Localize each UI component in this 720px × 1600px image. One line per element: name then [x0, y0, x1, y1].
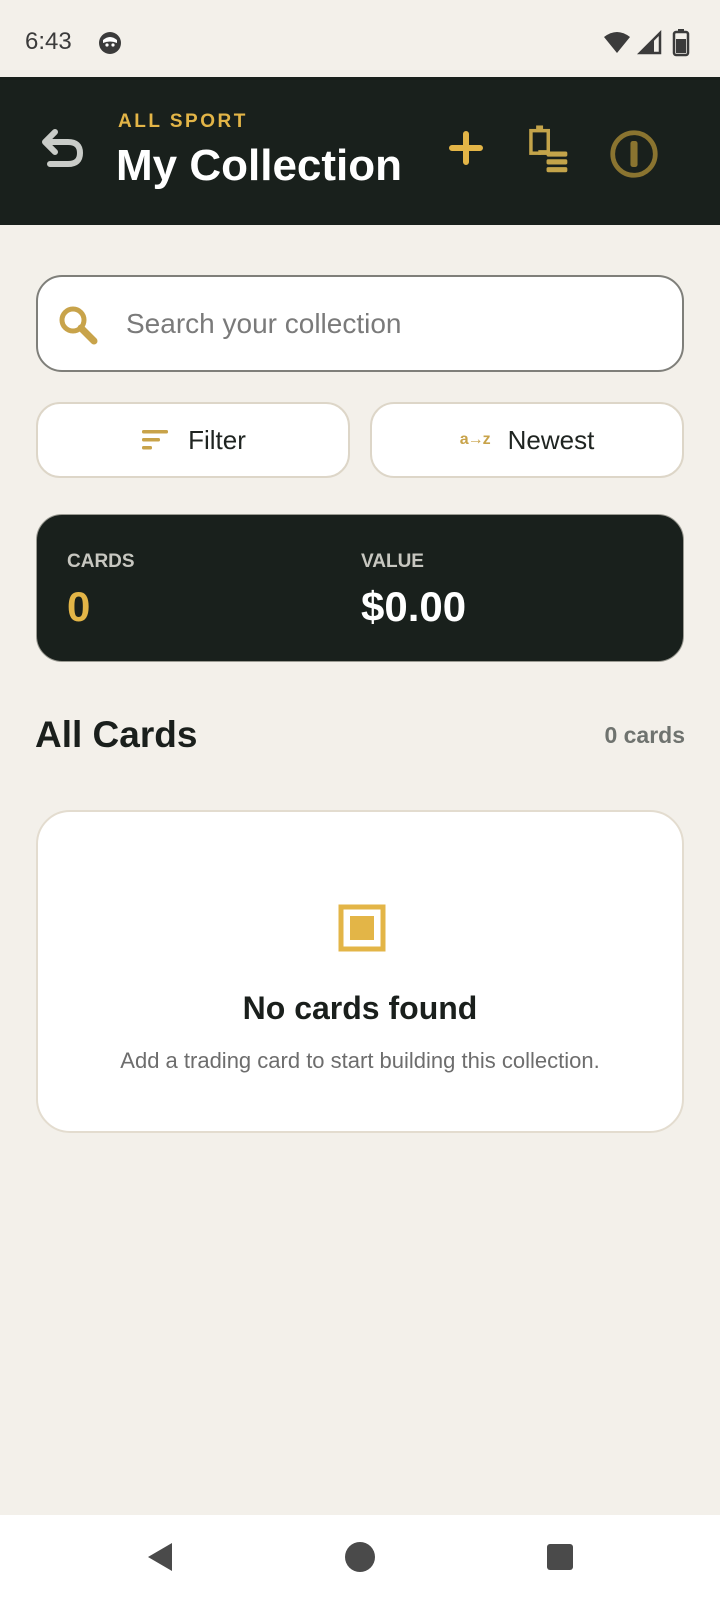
collection-value: $0.00 [361, 583, 467, 630]
nav-recents-icon[interactable] [538, 1535, 582, 1579]
section-card-count: 0 cards [604, 722, 685, 748]
search-input[interactable] [126, 277, 666, 370]
undo-icon[interactable] [38, 123, 88, 173]
card-placeholder-icon [338, 904, 386, 952]
filter-icon [142, 430, 169, 450]
sort-label: Newest [507, 424, 595, 455]
status-icons [604, 29, 690, 57]
filter-label: Filter [188, 424, 246, 455]
cards-label: CARDS [67, 551, 135, 572]
sort-az-icon: a→z [459, 431, 491, 448]
wifi-icon [604, 32, 630, 53]
value-label: VALUE [361, 551, 424, 572]
system-nav-bar [0, 1515, 720, 1600]
search-box[interactable] [36, 275, 684, 372]
plus-icon[interactable] [440, 122, 492, 174]
collection-category: ALL SPORT [118, 111, 248, 132]
cards-count: 0 [67, 583, 91, 630]
search-icon [59, 306, 98, 345]
empty-state-title: No cards found [242, 990, 478, 1026]
sort-button[interactable]: a→z Newest [370, 402, 684, 478]
filter-button[interactable]: Filter [36, 402, 350, 478]
page-title: My Collection [116, 141, 403, 190]
nav-home-icon[interactable] [338, 1535, 382, 1579]
battery-icon [672, 29, 690, 57]
list-icon[interactable] [524, 122, 576, 174]
empty-state-description: Add a trading card to start building thi… [120, 1048, 600, 1073]
nav-back-icon[interactable] [140, 1535, 184, 1579]
info-icon[interactable] [608, 128, 660, 180]
empty-state-card: No cards found Add a trading card to sta… [36, 810, 684, 1133]
status-time: 6:43 [25, 28, 72, 55]
app-notification-icon [99, 32, 121, 54]
section-title: All Cards [35, 714, 198, 755]
collection-stats-card: CARDS 0 VALUE $0.00 [36, 514, 684, 662]
status-bar: 6:43 [0, 0, 720, 77]
